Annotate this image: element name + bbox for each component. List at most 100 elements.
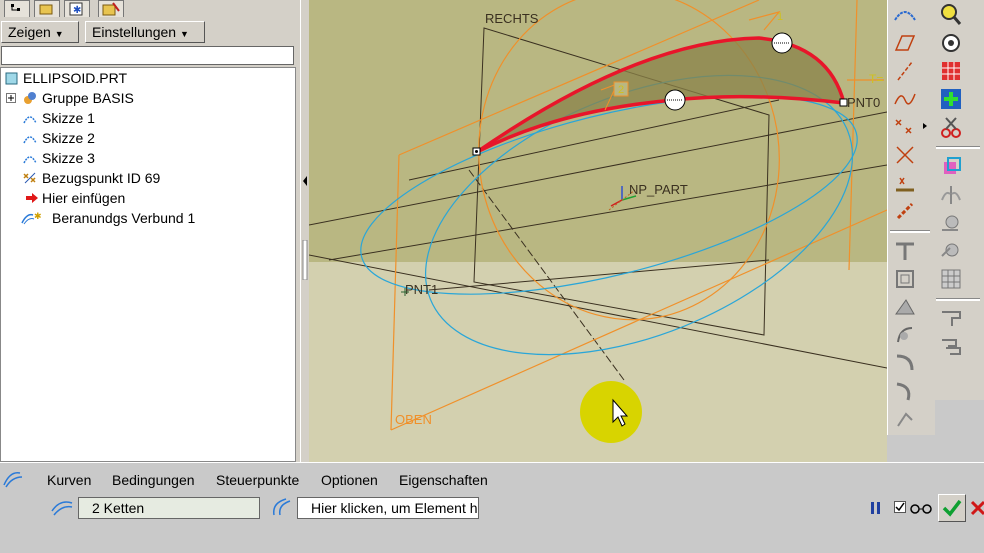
datum-axis-tool-icon[interactable] [892, 58, 918, 84]
tree-item-sketch-1[interactable]: Skizze 1 [1, 108, 291, 128]
tree-tab-icon[interactable] [4, 0, 30, 17]
tab-curves[interactable]: Kurven [47, 472, 91, 488]
tree-item-datum-point[interactable]: Bezugspunkt ID 69 [1, 168, 291, 188]
cursor-highlight [580, 381, 642, 443]
upper-shaded-region [309, 0, 887, 262]
draft-tool-icon[interactable] [892, 322, 918, 348]
second-direction-collector-field[interactable]: Hier klicken, um Element h [297, 497, 479, 519]
settings-menu-label: Einstellungen [92, 24, 177, 40]
tab-control-points[interactable]: Steuerpunkte [216, 472, 299, 488]
tree-item-boundary-blend[interactable]: ✱ Beranundgs Verbund 1 [1, 208, 291, 228]
datum-point-icon [23, 172, 36, 184]
collapse-left-icon[interactable] [302, 175, 308, 187]
chain-number-2: 2 [618, 84, 624, 96]
first-direction-chains-field[interactable]: 2 Ketten [78, 497, 260, 519]
tab-options[interactable]: Optionen [321, 472, 378, 488]
tree-filter-input[interactable] [1, 46, 294, 65]
add-component-icon[interactable] [938, 86, 964, 112]
toolbar-separator [890, 230, 930, 233]
trim-tool-icon[interactable] [938, 238, 964, 264]
tree-item-sketch-3[interactable]: Skizze 3 [1, 148, 291, 168]
show-menu-label: Zeigen [8, 24, 51, 40]
settings-menu-button[interactable]: Einstellungen ▼ [85, 21, 205, 43]
cut-tool-icon[interactable] [938, 114, 964, 140]
tree-item-label: Hier einfügen [42, 190, 126, 206]
point-label-pnt1: PNT1 [405, 282, 438, 297]
sketch-icon [23, 136, 37, 144]
mirror-tool-icon[interactable] [938, 182, 964, 208]
datum-point-tool-icon[interactable] [892, 114, 918, 140]
tree-item-label: Skizze 2 [42, 130, 95, 146]
extrude-tool-icon[interactable] [892, 238, 918, 264]
datum-plane-tool-icon[interactable] [892, 30, 918, 56]
tangency-label: T= [869, 72, 883, 86]
second-direction-icon [273, 498, 291, 516]
part-icon [5, 72, 18, 85]
toolbar-separator [936, 146, 980, 149]
model-display-icon[interactable] [938, 30, 964, 56]
boundary-blend-icon: ✱ [21, 212, 41, 225]
plane-label-oben: OBEN [395, 412, 432, 427]
datum-curve-tool-icon[interactable] [892, 86, 918, 112]
coordinate-system-tool-icon[interactable] [892, 142, 918, 168]
round-tool-icon[interactable] [892, 350, 918, 376]
graphics-viewport[interactable]: RECHTS OBEN NP_PART PNT0 PNT1 1 2 T= [309, 0, 887, 462]
tab-constraints[interactable]: Bedingungen [112, 472, 195, 488]
folder-tab-icon[interactable] [34, 0, 60, 17]
sketch-icon [23, 116, 37, 124]
chain-link-tool-icon[interactable] [892, 198, 918, 224]
preview-checkbox[interactable] [894, 501, 906, 513]
tree-item-label: Skizze 3 [42, 150, 95, 166]
tree-item-label: Bezugspunkt ID 69 [42, 170, 161, 186]
layer-grid-icon[interactable] [938, 58, 964, 84]
favorites-tab-icon[interactable]: ✱ [64, 0, 90, 17]
tab-properties[interactable]: Eigenschaften [399, 472, 488, 488]
tree-item-insert-here[interactable]: Hier einfügen [1, 188, 291, 208]
sweep-tool-icon[interactable] [892, 406, 918, 432]
svg-text:✱: ✱ [34, 212, 41, 222]
chain-number-1: 1 [777, 11, 783, 23]
magnify-search-icon[interactable] [938, 2, 964, 28]
tree-item-label: ELLIPSOID.PRT [23, 70, 128, 86]
green-check-icon [942, 499, 962, 517]
tree-item-part[interactable]: ELLIPSOID.PRT [1, 68, 291, 88]
shell-tool-icon[interactable] [892, 266, 918, 292]
toolbar-separator [936, 298, 980, 301]
tree-item-group-basis[interactable]: Gruppe BASIS [1, 88, 291, 108]
feature-toolbar [887, 0, 935, 435]
rib-tool-icon[interactable] [892, 294, 918, 320]
tree-item-label: Gruppe BASIS [42, 90, 134, 106]
model-tree: ELLIPSOID.PRT Gruppe BASIS Skizze 1 Skiz… [0, 67, 296, 462]
merge-tool-icon[interactable] [938, 210, 964, 236]
flyout-arrow-icon[interactable] [922, 122, 928, 130]
pattern-tool-icon[interactable] [938, 266, 964, 292]
show-menu-button[interactable]: Zeigen ▼ [1, 21, 79, 43]
splitter-grip-icon [302, 240, 308, 280]
flatten-tool-icon[interactable] [938, 306, 964, 332]
expand-plus-icon[interactable] [6, 93, 16, 103]
dropdown-arrow-icon: ▼ [54, 29, 64, 39]
sketch-tool-icon[interactable] [892, 2, 918, 28]
panel-splitter[interactable] [300, 0, 309, 462]
pause-icon[interactable] [869, 501, 883, 515]
navigator-tabs: ✱ [0, 0, 300, 18]
cancel-x-icon[interactable] [970, 499, 984, 517]
chamfer-tool-icon[interactable] [892, 378, 918, 404]
component-cube-icon[interactable] [938, 154, 964, 180]
svg-text:✱: ✱ [73, 5, 81, 16]
model-tree-panel: ✱ Zeigen ▼ Einstellungen ▼ ELLIPSOID.PRT… [0, 0, 301, 462]
model-canvas[interactable]: RECHTS OBEN NP_PART PNT0 PNT1 1 2 T= [309, 0, 887, 462]
tree-item-sketch-2[interactable]: Skizze 2 [1, 128, 291, 148]
group-icon [24, 92, 36, 104]
offset-tool-icon[interactable] [938, 334, 964, 360]
glasses-preview-icon[interactable] [909, 501, 933, 515]
first-direction-icon [51, 501, 73, 516]
confirm-button[interactable] [938, 494, 966, 522]
web-tab-icon[interactable] [98, 0, 124, 17]
tools-toolbar [934, 0, 984, 400]
chains-count-value: 2 Ketten [92, 500, 145, 516]
dropdown-arrow-icon: ▼ [179, 29, 189, 39]
analysis-tool-icon[interactable] [892, 170, 918, 196]
csys-label: NP_PART [629, 182, 688, 197]
second-collector-prompt: Hier klicken, um Element h [311, 500, 478, 516]
